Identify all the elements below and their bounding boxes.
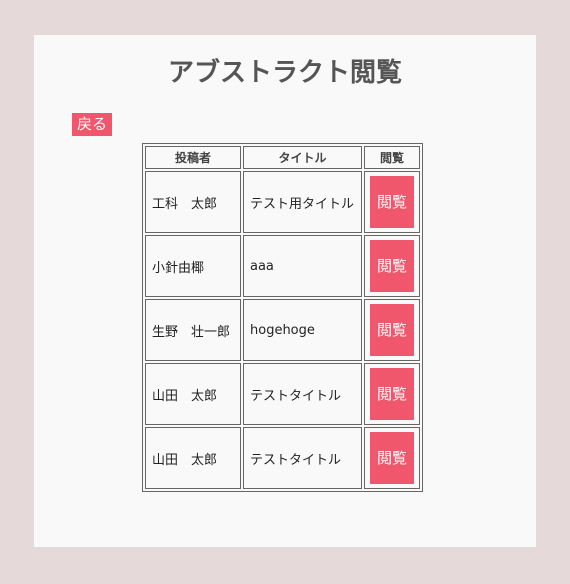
header-title: タイトル bbox=[243, 146, 362, 169]
view-button[interactable]: 閲覧 bbox=[370, 368, 414, 420]
view-cell: 閲覧 bbox=[364, 363, 420, 425]
header-author: 投稿者 bbox=[145, 146, 241, 169]
content-card: アブストラクト閲覧 戻る 投稿者 タイトル 閲覧 工科 太郎 テスト用タイトル … bbox=[34, 35, 536, 547]
view-button[interactable]: 閲覧 bbox=[370, 240, 414, 292]
view-button[interactable]: 閲覧 bbox=[370, 432, 414, 484]
author-cell: 小針由椰 bbox=[145, 235, 241, 297]
view-cell: 閲覧 bbox=[364, 427, 420, 489]
view-cell: 閲覧 bbox=[364, 299, 420, 361]
author-cell: 生野 壮一郎 bbox=[145, 299, 241, 361]
page-title: アブストラクト閲覧 bbox=[167, 58, 402, 88]
author-cell: 山田 太郎 bbox=[145, 427, 241, 489]
title-cell: aaa bbox=[243, 235, 362, 297]
back-button[interactable]: 戻る bbox=[72, 113, 113, 136]
table-row: 小針由椰 aaa 閲覧 bbox=[145, 235, 420, 297]
author-cell: 工科 太郎 bbox=[145, 171, 241, 233]
abstract-table: 投稿者 タイトル 閲覧 工科 太郎 テスト用タイトル 閲覧 小針由椰 aaa 閲… bbox=[142, 143, 423, 492]
title-cell: テストタイトル bbox=[243, 427, 362, 489]
table-row: 生野 壮一郎 hogehoge 閲覧 bbox=[145, 299, 420, 361]
view-cell: 閲覧 bbox=[364, 235, 420, 297]
title-cell: テスト用タイトル bbox=[243, 171, 362, 233]
table-header-row: 投稿者 タイトル 閲覧 bbox=[145, 146, 420, 169]
title-cell: hogehoge bbox=[243, 299, 362, 361]
header-view: 閲覧 bbox=[364, 146, 420, 169]
view-cell: 閲覧 bbox=[364, 171, 420, 233]
view-button[interactable]: 閲覧 bbox=[370, 176, 414, 228]
title-cell: テストタイトル bbox=[243, 363, 362, 425]
author-cell: 山田 太郎 bbox=[145, 363, 241, 425]
view-button[interactable]: 閲覧 bbox=[370, 304, 414, 356]
table-row: 山田 太郎 テストタイトル 閲覧 bbox=[145, 363, 420, 425]
table-row: 工科 太郎 テスト用タイトル 閲覧 bbox=[145, 171, 420, 233]
table-row: 山田 太郎 テストタイトル 閲覧 bbox=[145, 427, 420, 489]
